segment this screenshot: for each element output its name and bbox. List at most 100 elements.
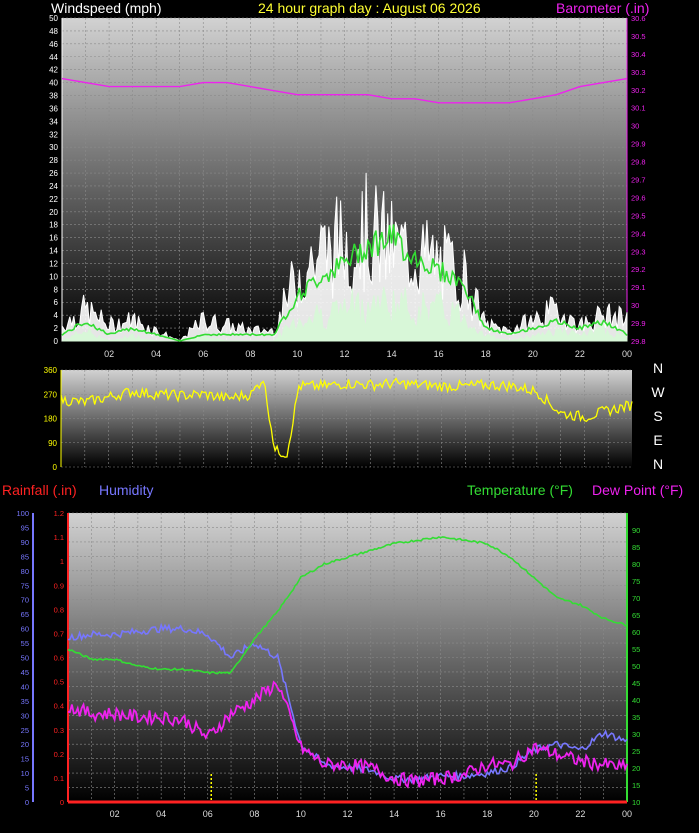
rain-y-tick-label: 0.4 bbox=[54, 702, 64, 711]
humidity-y-tick-label: 35 bbox=[21, 697, 29, 706]
temperature-y-tick-label: 35 bbox=[632, 713, 640, 722]
x-tick-label: 14 bbox=[389, 809, 399, 819]
humidity-y-tick-label: 10 bbox=[21, 769, 29, 778]
humidity-y-tick-label: 45 bbox=[21, 668, 29, 677]
temperature-y-tick-label: 45 bbox=[632, 679, 640, 688]
humidity-y-tick-label: 5 bbox=[25, 784, 29, 793]
wind-y-tick-label: 36 bbox=[49, 104, 58, 113]
temperature-y-tick-label: 10 bbox=[632, 798, 640, 807]
baro-y-tick-label: 29.9 bbox=[631, 319, 646, 328]
baro-y-tick-label: 29.1 bbox=[631, 283, 646, 292]
wind-y-tick-label: 48 bbox=[49, 27, 58, 36]
x-tick-label: 18 bbox=[482, 809, 492, 819]
x-tick-label: 18 bbox=[481, 349, 491, 359]
wind-y-tick-label: 20 bbox=[49, 208, 58, 217]
x-tick-label: 04 bbox=[151, 349, 161, 359]
x-tick-label: 02 bbox=[104, 349, 114, 359]
wind-y-tick-label: 22 bbox=[49, 195, 58, 204]
rain-y-tick-label: 0.7 bbox=[54, 629, 64, 638]
x-tick-label: 22 bbox=[575, 809, 585, 819]
humidity-y-tick-label: 70 bbox=[21, 596, 29, 605]
x-tick-label: 20 bbox=[529, 809, 539, 819]
temperature-y-tick-label: 30 bbox=[632, 730, 640, 739]
rain-y-tick-label: 1.2 bbox=[54, 509, 64, 518]
baro-y-tick-label: 29.6 bbox=[631, 193, 646, 202]
wind-y-tick-label: 28 bbox=[49, 156, 58, 165]
humidity-y-tick-label: 85 bbox=[21, 552, 29, 561]
baro-y-tick-label: 29.7 bbox=[631, 176, 646, 185]
baro-y-tick-label: 30 bbox=[631, 122, 639, 131]
wind-y-tick-label: 32 bbox=[49, 130, 58, 139]
x-tick-label: 06 bbox=[203, 809, 213, 819]
humidity-y-tick-label: 55 bbox=[21, 639, 29, 648]
x-tick-label: 14 bbox=[387, 349, 397, 359]
temperature-y-tick-label: 25 bbox=[632, 747, 640, 756]
temperature-y-tick-label: 85 bbox=[632, 543, 640, 552]
baro-y-tick-label: 30.5 bbox=[631, 32, 646, 41]
temperature-y-tick-label: 70 bbox=[632, 594, 640, 603]
humidity-y-tick-label: 100 bbox=[16, 509, 29, 518]
x-tick-label: 06 bbox=[198, 349, 208, 359]
humidity-y-tick-label: 50 bbox=[21, 654, 29, 663]
baro-y-tick-label: 30.6 bbox=[631, 14, 646, 23]
temperature-y-tick-label: 65 bbox=[632, 611, 640, 620]
wind-y-tick-label: 10 bbox=[49, 272, 58, 281]
x-tick-label: 12 bbox=[342, 809, 352, 819]
x-tick-label: 08 bbox=[249, 809, 259, 819]
compass-letter: N bbox=[653, 360, 663, 376]
temperature-y-tick-label: 15 bbox=[632, 781, 640, 790]
baro-y-tick-label: 29.5 bbox=[631, 211, 646, 220]
wind-y-tick-label: 4 bbox=[54, 311, 59, 320]
rain-y-tick-label: 0.8 bbox=[54, 605, 64, 614]
compass-letter: N bbox=[653, 456, 663, 472]
direction-y-tick-label: 90 bbox=[48, 439, 57, 448]
wind-y-tick-label: 12 bbox=[49, 259, 58, 268]
humidity-y-tick-label: 15 bbox=[21, 755, 29, 764]
baro-y-tick-label: 30.4 bbox=[631, 50, 646, 59]
direction-y-tick-label: 270 bbox=[44, 390, 58, 399]
temperature-y-tick-label: 75 bbox=[632, 577, 640, 586]
baro-y-tick-label: 29.8 bbox=[631, 337, 646, 346]
wind-y-tick-label: 14 bbox=[49, 247, 58, 256]
baro-y-tick-label: 29.2 bbox=[631, 265, 646, 274]
rain-y-tick-label: 0.9 bbox=[54, 581, 64, 590]
humidity-y-tick-label: 0 bbox=[25, 798, 29, 807]
rain-y-tick-label: 0.1 bbox=[54, 774, 64, 783]
humidity-y-tick-label: 75 bbox=[21, 581, 29, 590]
temperature-y-tick-label: 60 bbox=[632, 628, 640, 637]
temperature-y-tick-label: 40 bbox=[632, 696, 640, 705]
rain-y-tick-label: 0.3 bbox=[54, 726, 64, 735]
wind-y-tick-label: 30 bbox=[49, 143, 58, 152]
wind-y-tick-label: 34 bbox=[49, 117, 58, 126]
temperature-y-tick-label: 80 bbox=[632, 560, 640, 569]
compass-letter: E bbox=[653, 432, 662, 448]
x-tick-label: 04 bbox=[156, 809, 166, 819]
baro-y-tick-label: 29.3 bbox=[631, 247, 646, 256]
rain-y-tick-label: 0.5 bbox=[54, 678, 64, 687]
x-tick-label: 16 bbox=[434, 349, 444, 359]
x-tick-label: 12 bbox=[339, 349, 349, 359]
rain-y-tick-label: 0 bbox=[60, 798, 64, 807]
wind-y-tick-label: 16 bbox=[49, 234, 58, 243]
compass-letter: W bbox=[651, 384, 665, 400]
baro-y-tick-label: 29.9 bbox=[631, 140, 646, 149]
humidity-y-tick-label: 40 bbox=[21, 682, 29, 691]
rain-y-tick-label: 1 bbox=[60, 557, 64, 566]
x-tick-label: 08 bbox=[245, 349, 255, 359]
x-tick-label: 16 bbox=[436, 809, 446, 819]
wind-y-tick-label: 0 bbox=[54, 337, 59, 346]
baro-y-tick-label: 30.1 bbox=[631, 104, 646, 113]
baro-y-tick-label: 30 bbox=[631, 301, 639, 310]
x-tick-label: 00 bbox=[622, 349, 632, 359]
x-tick-label: 20 bbox=[528, 349, 538, 359]
humidity-y-tick-label: 80 bbox=[21, 567, 29, 576]
rain-y-tick-label: 0.2 bbox=[54, 750, 64, 759]
humidity-y-tick-label: 95 bbox=[21, 523, 29, 532]
baro-y-tick-label: 30.2 bbox=[631, 86, 646, 95]
wind-y-tick-label: 6 bbox=[54, 298, 59, 307]
wind-y-tick-label: 38 bbox=[49, 92, 58, 101]
x-tick-label: 22 bbox=[575, 349, 585, 359]
humidity-y-tick-label: 30 bbox=[21, 711, 29, 720]
wind-y-tick-label: 44 bbox=[49, 53, 58, 62]
humidity-y-tick-label: 25 bbox=[21, 726, 29, 735]
